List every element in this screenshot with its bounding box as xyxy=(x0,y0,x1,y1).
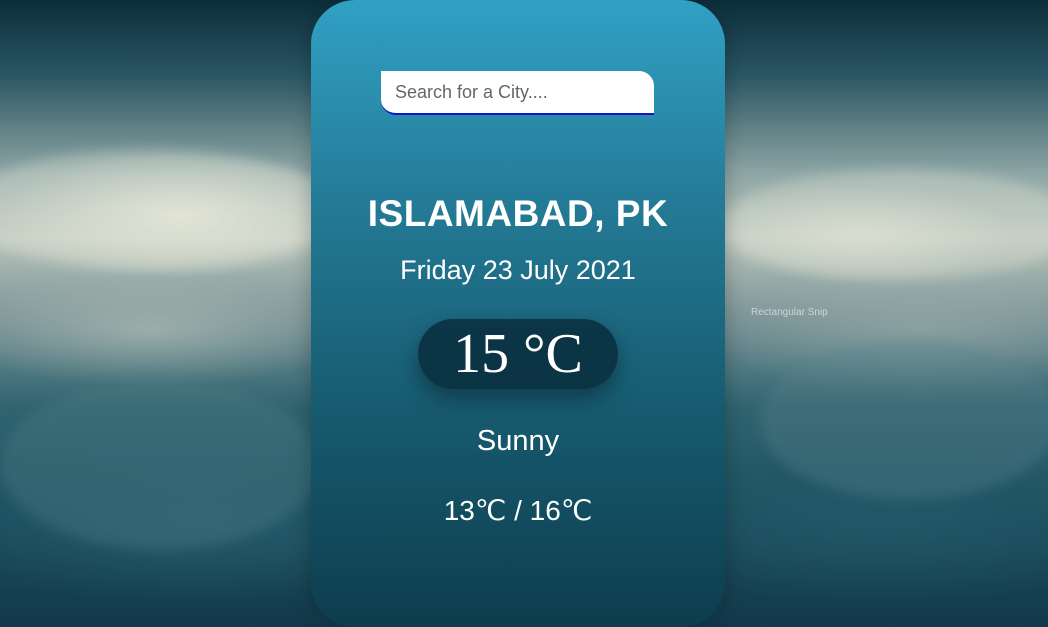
weather-app-page: Rectangular Snip ISLAMABAD, PK Friday 23… xyxy=(0,0,1048,627)
background-cloud xyxy=(0,150,340,270)
temperature-value: 15 xyxy=(453,323,510,385)
snip-overlay-label: Rectangular Snip xyxy=(751,307,828,318)
max-temperature-unit: ℃ xyxy=(560,496,593,527)
max-temperature: 16 xyxy=(529,495,561,526)
min-temperature-unit: ℃ xyxy=(474,496,507,527)
background-cloud xyxy=(0,380,320,550)
search-box xyxy=(381,71,654,115)
min-temperature: 13 xyxy=(443,495,475,526)
current-date: Friday 23 July 2021 xyxy=(400,255,636,285)
temperature-display: 15 °C xyxy=(418,319,618,389)
temperature-unit: °C xyxy=(523,323,583,385)
weather-card: ISLAMABAD, PK Friday 23 July 2021 15 °C … xyxy=(311,0,725,627)
city-search-input[interactable] xyxy=(381,71,654,113)
background-cloud xyxy=(720,170,1048,280)
range-separator: / xyxy=(506,495,530,526)
city-name: ISLAMABAD, PK xyxy=(367,193,669,234)
temperature-range: 13℃ / 16℃ xyxy=(311,494,725,528)
background-cloud xyxy=(760,340,1048,500)
weather-condition: Sunny xyxy=(476,425,560,457)
